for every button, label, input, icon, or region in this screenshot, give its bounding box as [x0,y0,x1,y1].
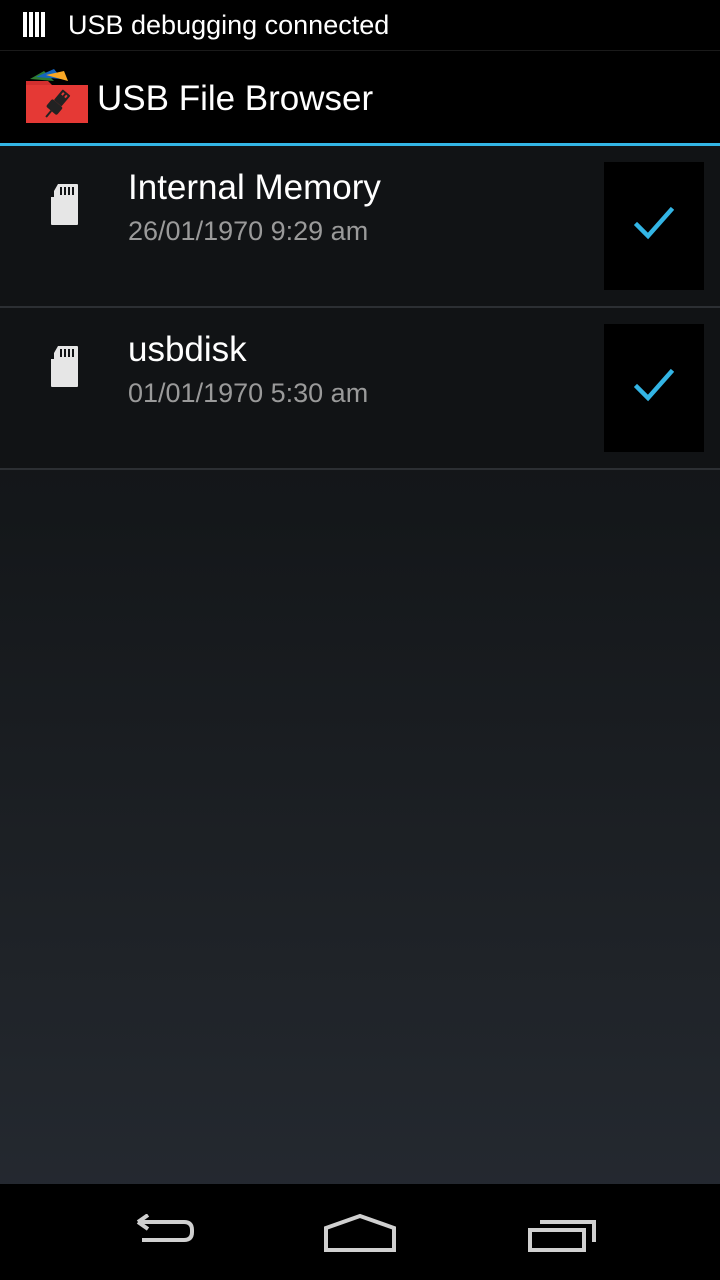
usb-debug-icon [23,12,45,37]
storage-list: Internal Memory 26/01/1970 9:29 am usbdi… [0,146,720,470]
storage-name: Internal Memory [128,168,381,207]
storage-date: 26/01/1970 9:29 am [128,216,369,246]
checkmark-icon [634,206,674,240]
status-bar: USB debugging connected [0,0,720,50]
select-checkbox[interactable] [604,324,704,452]
sd-card-icon [51,346,78,387]
list-item[interactable]: Internal Memory 26/01/1970 9:29 am [0,146,720,308]
action-bar: USB File Browser [0,50,720,144]
navigation-bar [0,1184,720,1280]
recent-apps-icon [528,1220,596,1252]
checkmark-icon [634,368,674,402]
home-icon [324,1213,396,1252]
back-icon [136,1214,194,1242]
back-button[interactable] [80,1184,240,1280]
app-title: USB File Browser [97,79,374,118]
usb-folder-app-icon[interactable] [24,69,90,125]
list-item[interactable]: usbdisk 01/01/1970 5:30 am [0,308,720,470]
home-button[interactable] [280,1184,440,1280]
storage-name: usbdisk [128,330,247,369]
status-notification-text: USB debugging connected [68,10,390,40]
sd-card-icon [51,184,78,225]
recent-apps-button[interactable] [480,1184,640,1280]
storage-date: 01/01/1970 5:30 am [128,378,369,408]
select-checkbox[interactable] [604,162,704,290]
